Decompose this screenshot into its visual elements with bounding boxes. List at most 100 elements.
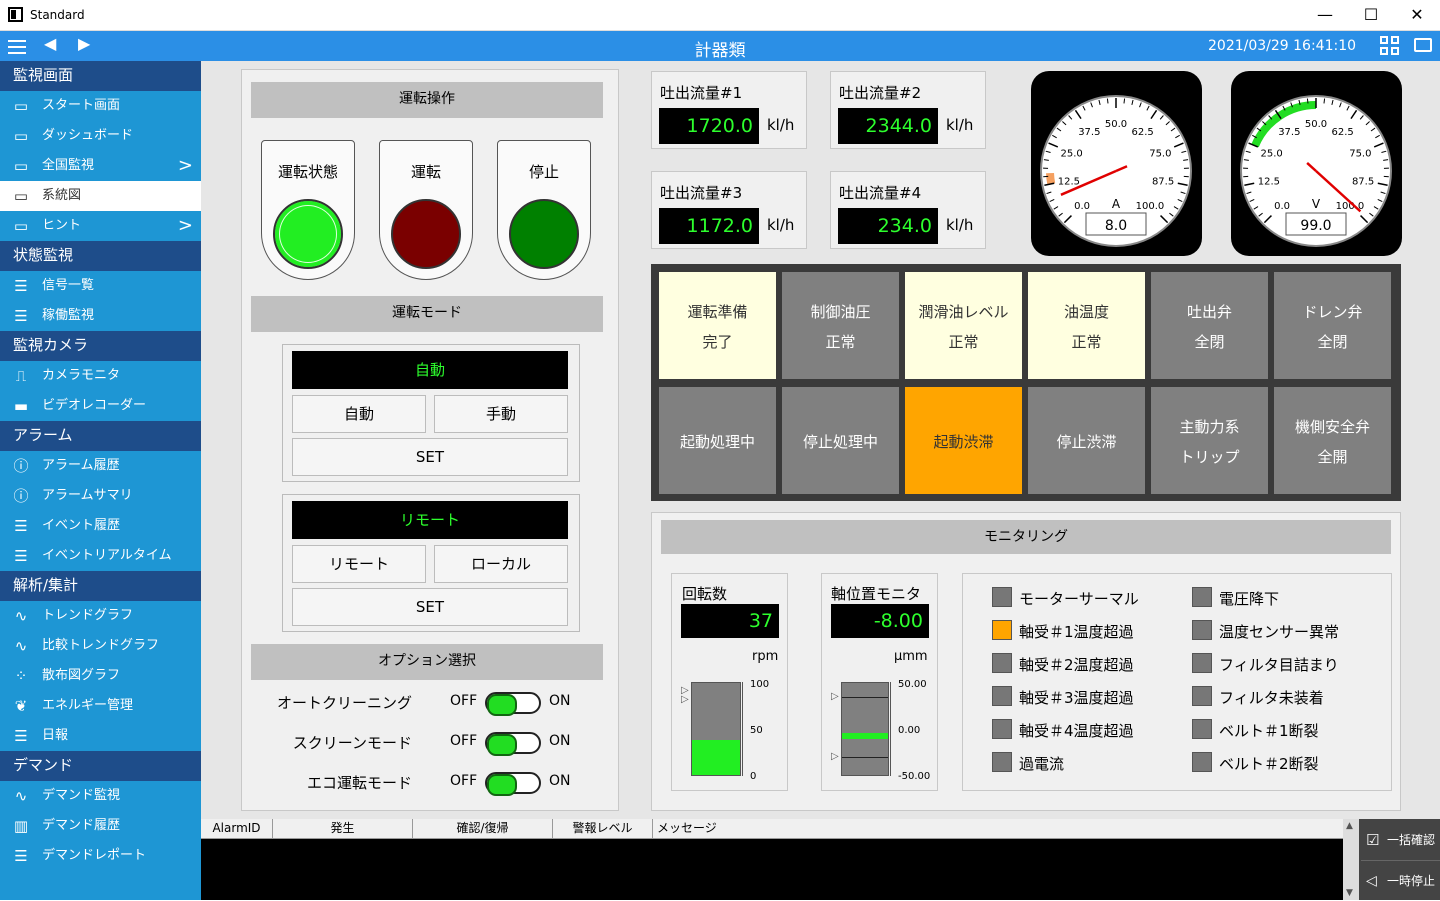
scroll-up-icon[interactable]: ▲ [1346, 821, 1353, 831]
sidebar-item-label: 系統図 [42, 188, 81, 203]
sidebar-item[interactable]: ∿トレンドグラフ [0, 601, 201, 631]
message-icon[interactable] [1414, 38, 1432, 52]
gauge-tick-label: 0.0 [1274, 201, 1290, 212]
sidebar-item[interactable]: ☰稼働監視 [0, 301, 201, 331]
status-grid: 運転準備完了制御油圧正常潤滑油レベル正常油温度正常吐出弁全閉ドレン弁全閉起動処理… [651, 264, 1401, 501]
toggle-off-label: OFF [450, 773, 477, 789]
gauge-unit: V [1312, 197, 1321, 211]
monitor-icon: ▭ [11, 188, 31, 204]
axis-unit: μmm [894, 649, 928, 664]
gauge-tick-label: 12.5 [1058, 176, 1080, 187]
gauge-tick-label: 87.5 [1152, 176, 1174, 187]
remote-button[interactable]: リモート [292, 545, 426, 583]
rpm-unit: rpm [752, 649, 778, 664]
alarm-table-header: AlarmID 発生 確認/復帰 警報レベル メッセージ [201, 819, 1343, 839]
col-message[interactable]: メッセージ [653, 819, 1343, 839]
sidebar-item[interactable]: ❦エネルギー管理 [0, 691, 201, 721]
pause-button[interactable]: ◁ 一時停止 [1361, 860, 1440, 900]
alarm-indicator-label: 軸受＃3温度超過 [1019, 687, 1134, 708]
gauge-tick-label: 75.0 [1149, 149, 1171, 160]
status-line2: 全開 [1274, 446, 1391, 467]
operation-header: 運転操作 [251, 82, 603, 118]
status-tile: 運転準備完了 [659, 272, 776, 379]
status-line1: ドレン弁 [1274, 301, 1391, 322]
sidebar-item-label: カメラモニタ [42, 368, 120, 383]
sidebar-item[interactable]: ☰日報 [0, 721, 201, 751]
sidebar-item[interactable]: ∿デマンド監視 [0, 781, 201, 811]
auto-button[interactable]: 自動 [292, 395, 426, 433]
sidebar-item[interactable]: ☰デマンドレポート [0, 841, 201, 871]
sidebar-item[interactable]: ⓘアラーム履歴 [0, 451, 201, 481]
sidebar-item[interactable]: ▭ダッシュボード [0, 121, 201, 151]
status-lamp[interactable]: 運転 [379, 140, 473, 280]
option-toggle[interactable] [485, 692, 541, 714]
status-tile: 主動力系トリップ [1151, 387, 1268, 494]
gauge-tick-label: 50.0 [1305, 119, 1327, 130]
minimize-button[interactable]: — [1302, 0, 1348, 31]
rpm-scale-mid: 50 [750, 725, 763, 736]
alarm-indicator [1192, 653, 1212, 673]
status-tile: 起動処理中 [659, 387, 776, 494]
monitoring-panel: モニタリング 回転数 37 rpm 100 50 0 ▷ ▷ 軸位置モニタ -8… [651, 512, 1401, 811]
option-toggle[interactable] [485, 772, 541, 794]
col-level[interactable]: 警報レベル [553, 819, 653, 839]
sidebar-item[interactable]: ☰イベントリアルタイム [0, 541, 201, 571]
sidebar-item-label: トレンドグラフ [42, 608, 133, 623]
sidebar-item[interactable]: ▭スタート画面 [0, 91, 201, 121]
alarm-indicator [1192, 719, 1212, 739]
maximize-button[interactable]: ☐ [1348, 0, 1394, 31]
camera-icon: ⎍ [11, 368, 31, 384]
sidebar-item[interactable]: ☰信号一覧 [0, 271, 201, 301]
local-button[interactable]: ローカル [434, 545, 568, 583]
col-occurred[interactable]: 発生 [273, 819, 413, 839]
sidebar-item[interactable]: ⎍ カメラモニタ [0, 361, 201, 391]
sidebar-item[interactable]: ▬ビデオレコーダー [0, 391, 201, 421]
event-icon: ☰ [11, 518, 31, 534]
auto-set-button[interactable]: SET [292, 438, 568, 476]
flow-unit: kl/h [767, 216, 794, 234]
sidebar-item[interactable]: ☰イベント履歴 [0, 511, 201, 541]
layout-grid-icon[interactable] [1380, 36, 1400, 56]
ack-all-button[interactable]: ☑ 一括確認 [1361, 820, 1440, 860]
manual-button[interactable]: 手動 [434, 395, 568, 433]
status-line1: 停止渋滞 [1028, 431, 1145, 452]
status-line1: 吐出弁 [1151, 301, 1268, 322]
sidebar-item[interactable]: ⓘアラームサマリ [0, 481, 201, 511]
status-line2: 正常 [782, 331, 899, 352]
scroll-down-icon[interactable]: ▼ [1346, 888, 1353, 898]
scatter-icon: ⁘ [11, 668, 31, 684]
sidebar-item[interactable]: ∿比較トレンドグラフ [0, 631, 201, 661]
sidebar-item[interactable]: ▥デマンド履歴 [0, 811, 201, 841]
sidebar-item[interactable]: ▭全国監視> [0, 151, 201, 181]
sidebar-section-title: 解析/集計 [0, 571, 201, 601]
lamp-light [509, 199, 579, 269]
col-confirm[interactable]: 確認/復帰 [413, 819, 553, 839]
sidebar-item-label: エネルギー管理 [42, 698, 133, 713]
close-button[interactable]: ✕ [1394, 0, 1440, 31]
status-tile: 潤滑油レベル正常 [905, 272, 1022, 379]
sidebar-item[interactable]: ⁘ 散布図グラフ [0, 661, 201, 691]
status-lamp[interactable]: 停止 [497, 140, 591, 280]
speaker-icon: ◁ [1366, 861, 1377, 901]
alarm-scrollbar[interactable]: ▲ ▼ [1343, 819, 1359, 900]
check-icon: ☑ [1366, 820, 1379, 860]
status-line2: トリップ [1151, 446, 1268, 467]
col-alarmid[interactable]: AlarmID [201, 819, 273, 839]
alarm-table: AlarmID 発生 確認/復帰 警報レベル メッセージ [201, 819, 1343, 900]
sidebar-item-label: 散布図グラフ [42, 668, 120, 683]
remote-set-button[interactable]: SET [292, 588, 568, 626]
status-lamp[interactable]: 運転状態 [261, 140, 355, 280]
remote-mode-display: リモート [292, 501, 568, 539]
sidebar-item[interactable]: ▭ヒント> [0, 211, 201, 241]
lamp-light [391, 199, 461, 269]
sidebar-item-label: アラームサマリ [42, 488, 133, 503]
status-line1: 主動力系 [1151, 416, 1268, 437]
alarm-indicator [1192, 587, 1212, 607]
alarm-indicator [1192, 620, 1212, 640]
app-header: ◀ ▶ 計器類 2021/03/29 16:41:10 [0, 31, 1440, 61]
status-line2: 正常 [1028, 331, 1145, 352]
gauge-tick-label: 50.0 [1105, 119, 1127, 130]
option-toggle[interactable] [485, 732, 541, 754]
flow-label: 吐出流量#4 [839, 182, 921, 203]
sidebar-item[interactable]: ▭ 系統図 [0, 181, 201, 211]
